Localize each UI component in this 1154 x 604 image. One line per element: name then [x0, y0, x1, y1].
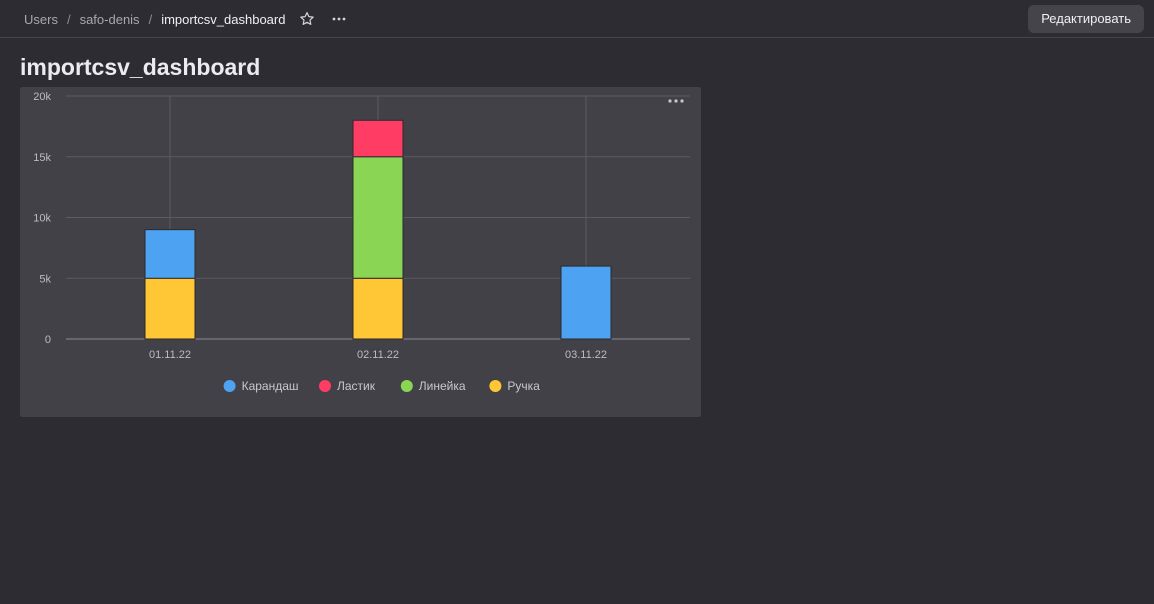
page-title: importcsv_dashboard: [20, 54, 261, 80]
legend-marker: [319, 380, 331, 392]
y-tick-label: 15k: [33, 152, 51, 164]
more-dots-icon[interactable]: [331, 11, 347, 27]
bar-segment: [352, 156, 404, 279]
y-tick-label: 10k: [33, 213, 51, 225]
y-tick-label: 5k: [39, 273, 51, 285]
breadcrumb-separator: /: [66, 11, 71, 27]
legend-marker: [223, 380, 236, 392]
breadcrumb: Users / safo-denis / importcsv_dashboard: [24, 0, 347, 38]
legend-label: Линейка: [419, 379, 466, 393]
star-icon[interactable]: [299, 11, 315, 27]
edit-button[interactable]: Редактировать: [1028, 5, 1144, 33]
legend-label: Карандаш: [242, 379, 299, 393]
stacked-bar-chart: 0 5k 10k 15k 20k 01.11.22 02.11.22 03.11.22 Кара…: [33, 91, 690, 393]
top-bar: Users / safo-denis / importcsv_dashboard…: [0, 0, 1154, 38]
bar-segment: [352, 277, 404, 340]
legend-label: Ручка: [507, 379, 540, 393]
legend-marker: [489, 380, 502, 392]
breadcrumb-users[interactable]: Users: [24, 12, 58, 27]
bar-segment: [144, 229, 196, 279]
y-tick-label: 0: [45, 334, 51, 346]
x-tick-label: 03.11.22: [565, 349, 607, 361]
legend-label: Ластик: [337, 379, 376, 393]
breadcrumb-current: importcsv_dashboard: [161, 11, 286, 27]
breadcrumb-safo-denis[interactable]: safo-denis: [80, 12, 140, 27]
bar-segment: [352, 119, 404, 158]
legend-marker: [400, 380, 413, 392]
chart-widget: 0 5k 10k 15k 20k 01.11.22 02.11.22 03.11.22 Кара…: [20, 87, 701, 417]
y-tick-label: 20k: [33, 91, 51, 103]
x-tick-label: 02.11.22: [357, 349, 399, 361]
bar-segment: [144, 277, 196, 340]
x-tick-label: 01.11.22: [149, 349, 191, 361]
bar-segment: [560, 265, 612, 340]
breadcrumb-separator: /: [148, 11, 153, 27]
widget-menu-icon[interactable]: [667, 93, 685, 103]
